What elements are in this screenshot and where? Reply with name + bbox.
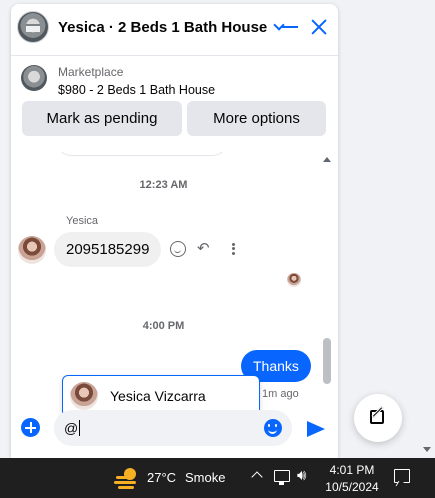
- chat-window: Yesica · 2 Beds 1 Bath House Marketplace…: [11, 4, 338, 458]
- new-message-button[interactable]: [354, 394, 402, 442]
- windows-taskbar: 27°C Smoke 🔊︎ 4:01 PM 10/5/2024: [0, 458, 435, 498]
- send-icon[interactable]: [307, 421, 325, 437]
- mark-as-pending-button[interactable]: Mark as pending: [22, 101, 182, 136]
- scrollbar-thumb[interactable]: [323, 338, 331, 384]
- scroll-up-arrow-icon[interactable]: [323, 157, 331, 162]
- weather-condition[interactable]: Smoke: [185, 470, 225, 485]
- listing-price-title[interactable]: $980 - 2 Beds 1 Bath House: [58, 83, 215, 97]
- sender-avatar[interactable]: [18, 236, 46, 264]
- react-smiley-icon[interactable]: [170, 241, 186, 257]
- sender-name: Yesica: [66, 215, 99, 227]
- incoming-message-bubble[interactable]: 2095185299: [54, 232, 162, 267]
- listing-thumbnail[interactable]: [21, 65, 47, 91]
- volume-icon[interactable]: 🔊︎: [297, 467, 306, 485]
- show-hidden-icons-chevron-icon[interactable]: [251, 471, 263, 483]
- reply-icon[interactable]: ↶: [197, 241, 213, 257]
- notifications-icon[interactable]: [394, 469, 410, 483]
- message-scrollbar[interactable]: [321, 152, 333, 392]
- chevron-down-icon[interactable]: [273, 19, 285, 31]
- close-icon[interactable]: [310, 18, 328, 36]
- page-scrollbar[interactable]: [419, 0, 435, 458]
- timestamp: 12:23 AM: [139, 179, 188, 191]
- conversation-avatar: [17, 11, 49, 43]
- timestamp: 4:00 PM: [142, 320, 185, 332]
- weather-smoke-icon[interactable]: [114, 467, 138, 489]
- message-sent-time: 1m ago: [262, 388, 299, 400]
- more-options-button[interactable]: More options: [187, 101, 326, 136]
- message-input[interactable]: @: [54, 410, 292, 446]
- message-list[interactable]: 12:23 AM Yesica 2095185299 ↶ 4:00 PM Tha…: [11, 152, 338, 404]
- network-icon[interactable]: [274, 470, 290, 485]
- conversation-title[interactable]: Yesica · 2 Beds 1 Bath House: [58, 19, 267, 36]
- scroll-down-arrow-icon[interactable]: [423, 447, 431, 452]
- chat-header[interactable]: Yesica · 2 Beds 1 Bath House: [11, 4, 338, 50]
- mention-avatar: [70, 382, 98, 410]
- seen-indicator-avatar: [287, 273, 301, 287]
- previous-message-bubble: [57, 152, 227, 156]
- clock-time[interactable]: 4:01 PM: [328, 463, 376, 477]
- weather-temperature[interactable]: 27°C: [147, 470, 176, 485]
- listing-source: Marketplace: [58, 65, 124, 79]
- more-actions-icon[interactable]: [230, 241, 236, 257]
- emoji-icon[interactable]: [264, 419, 282, 437]
- minimize-icon[interactable]: [282, 26, 298, 28]
- mention-name: Yesica Vizcarra: [110, 388, 206, 404]
- message-input-text[interactable]: @: [64, 420, 81, 436]
- clock-date[interactable]: 10/5/2024: [323, 480, 381, 494]
- marketplace-listing-banner: Marketplace $980 - 2 Beds 1 Bath House M…: [11, 56, 338, 152]
- add-attachment-icon[interactable]: [21, 418, 40, 437]
